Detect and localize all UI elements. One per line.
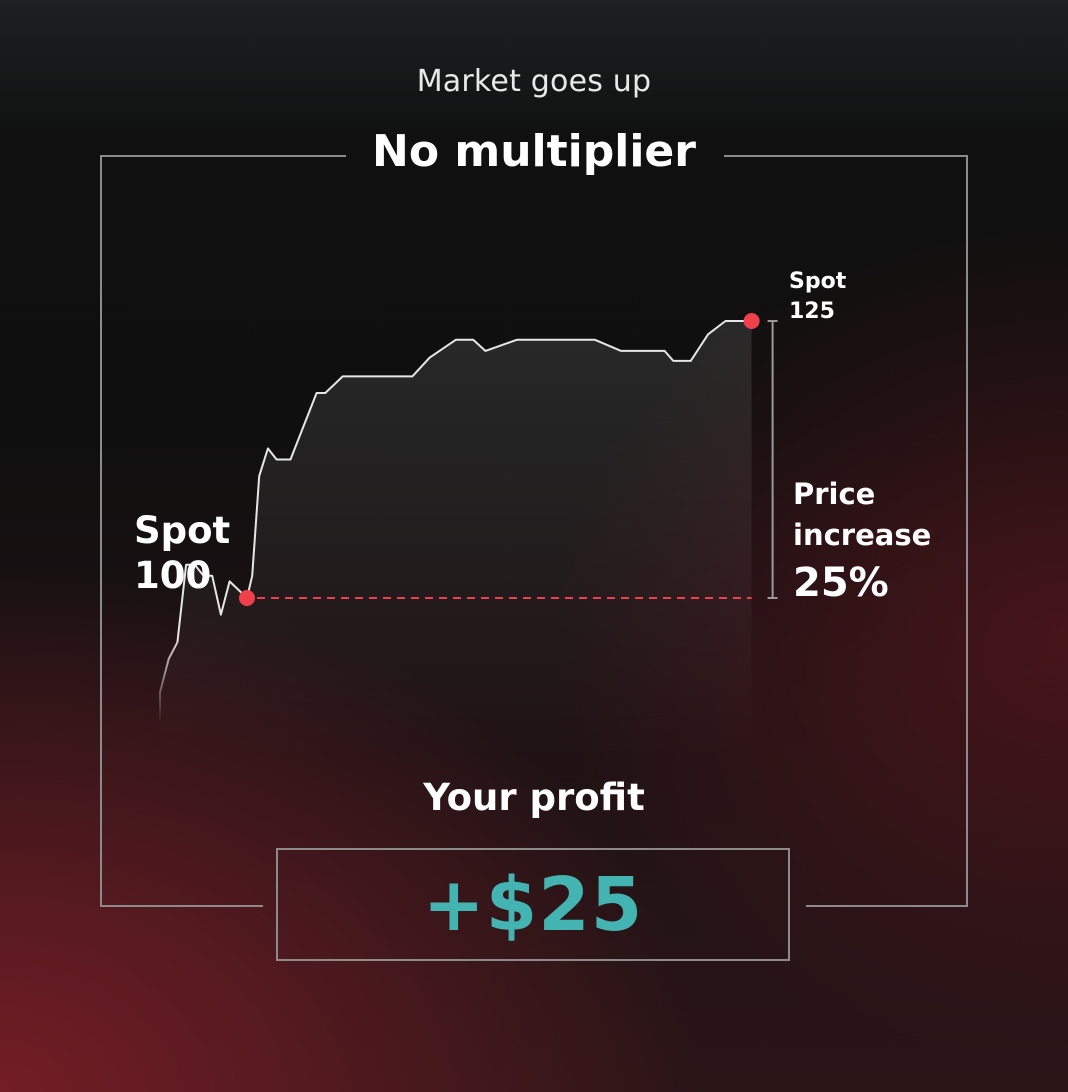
price-increase-line1: Price <box>793 477 876 511</box>
price-increase-label: Price increase 25% <box>793 474 931 606</box>
profit-box: +$25 <box>276 848 790 961</box>
exit-spot-marker <box>743 313 760 329</box>
entry-spot-value: 100 <box>134 554 212 597</box>
entry-spot-word: Spot <box>134 509 231 552</box>
profit-label: Your profit <box>423 776 645 819</box>
entry-spot-marker <box>239 590 255 606</box>
exit-spot-label: Spot 125 <box>789 267 846 327</box>
exit-spot-word: Spot <box>789 269 847 294</box>
profit-value: +$25 <box>422 861 644 948</box>
price-increase-line2: increase <box>793 518 932 552</box>
price-increase-percent: 25% <box>793 560 889 606</box>
price-increase-bracket <box>767 320 778 599</box>
entry-spot-label: Spot 100 <box>134 508 230 598</box>
price-area-fill <box>160 321 752 760</box>
exit-spot-value: 125 <box>789 299 835 324</box>
